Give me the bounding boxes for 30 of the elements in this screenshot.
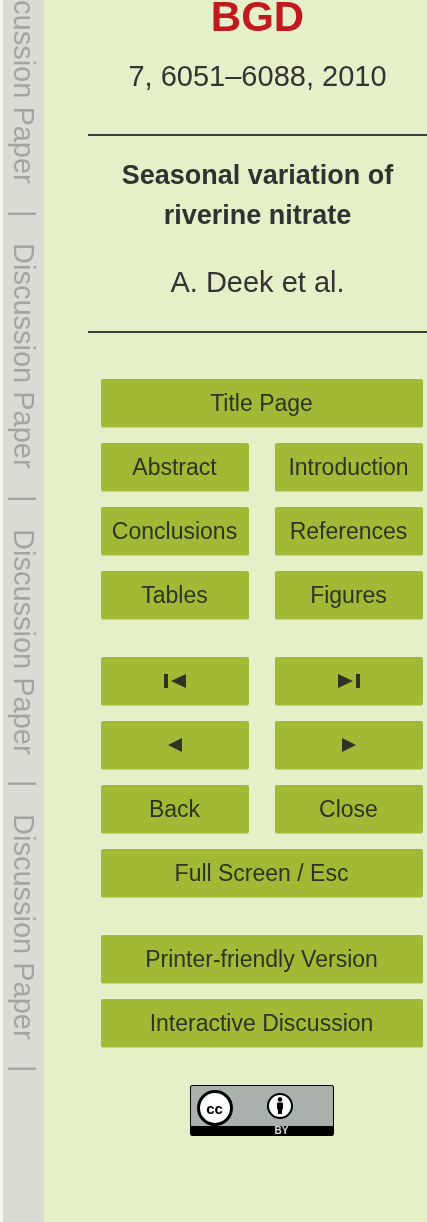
margin-label: | <box>7 495 41 503</box>
nav-button[interactable]: Printer-friendly Version <box>100 935 423 983</box>
license-badge[interactable]: cc BY <box>189 1085 334 1136</box>
nav-button[interactable]: Conclusions <box>100 507 249 555</box>
nav-button[interactable]: Full Screen / Esc <box>100 849 423 897</box>
margin-label: | <box>7 209 41 218</box>
paper-title: Seasonal variation of riverine nitrate <box>120 159 395 232</box>
citation: 7, 6051–6088, 2010 <box>128 60 387 93</box>
nav-button[interactable]: Interactive Discussion <box>100 999 423 1047</box>
nav-button[interactable]: Title Page <box>100 379 423 427</box>
margin-label: | <box>7 1065 41 1073</box>
authors: A. Deek et al. <box>170 266 345 299</box>
nav-button[interactable] <box>274 657 423 705</box>
nav-button[interactable] <box>100 657 249 705</box>
person-icon <box>266 1093 293 1119</box>
triangle-left-icon <box>167 738 182 752</box>
journal-name: BGD <box>210 0 305 38</box>
triangle-right-icon <box>341 738 356 752</box>
margin-label: | <box>7 780 41 788</box>
nav-button[interactable]: Back <box>100 785 249 833</box>
nav-button[interactable]: Close <box>274 785 423 833</box>
nav-button[interactable]: Abstract <box>100 443 249 491</box>
skip-back-icon <box>163 674 186 688</box>
nav-button[interactable]: Introduction <box>274 443 423 491</box>
nav-button[interactable]: References <box>274 507 423 555</box>
license-label: BY <box>274 1126 289 1135</box>
nav-button[interactable]: Figures <box>274 571 423 619</box>
skip-forward-icon <box>337 674 360 688</box>
license-mark: cc <box>196 1090 233 1126</box>
nav-button[interactable]: Tables <box>100 571 249 619</box>
